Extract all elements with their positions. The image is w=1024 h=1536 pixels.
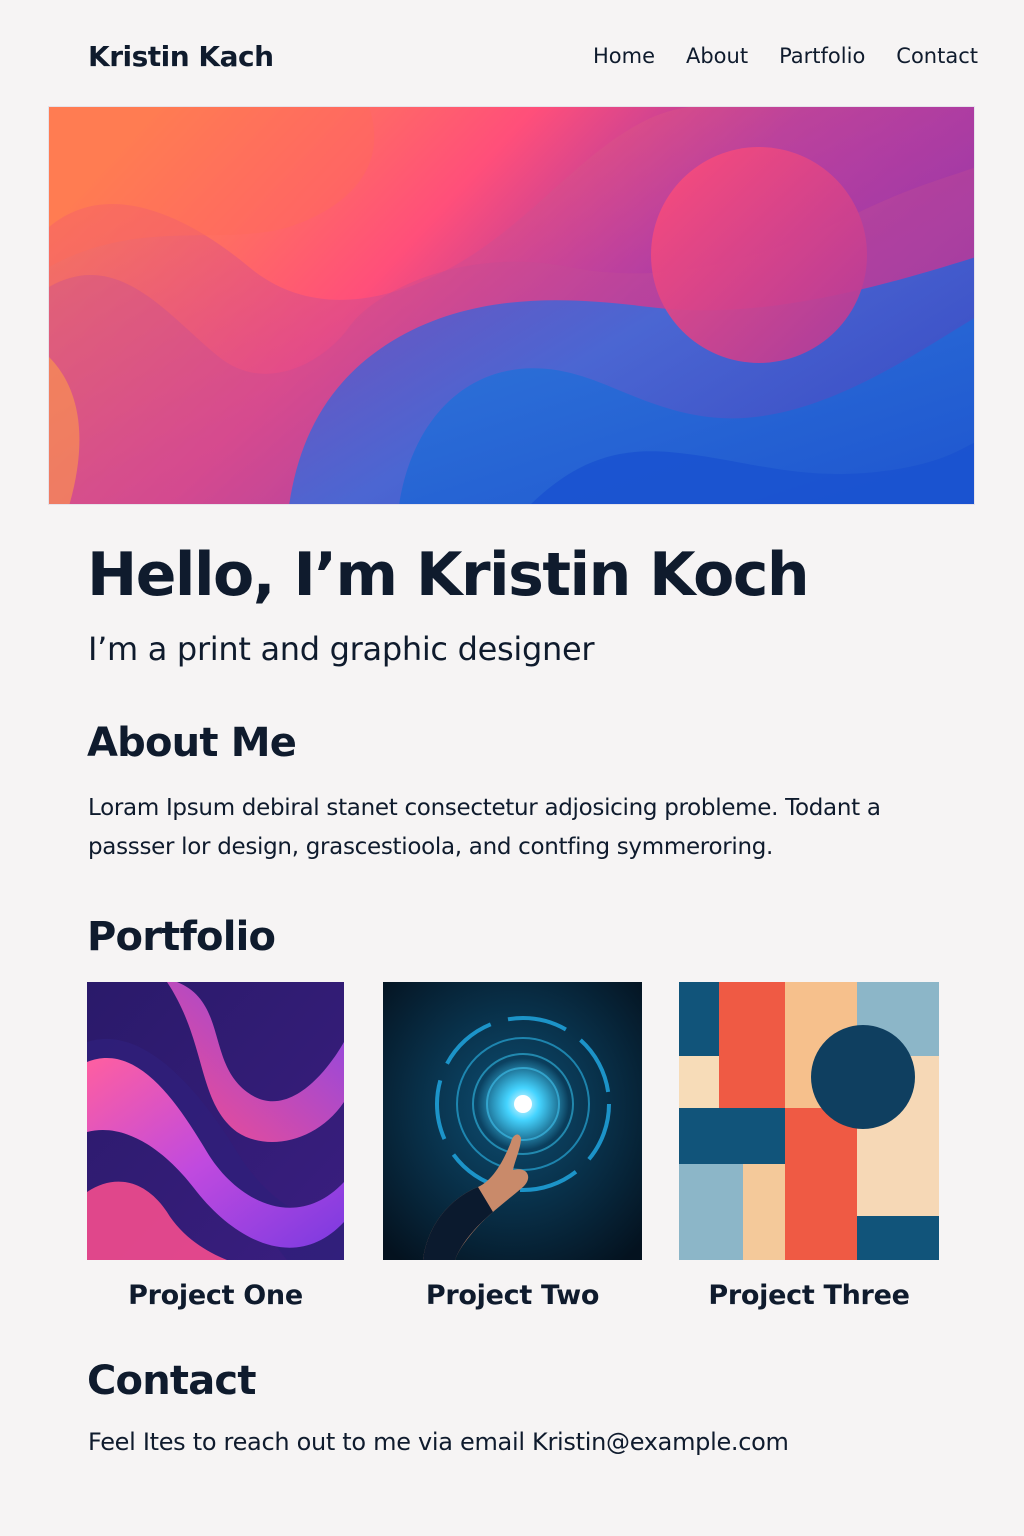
about-section-title: About Me [87, 720, 297, 766]
nav-about-link[interactable]: About [686, 44, 748, 68]
hero-heading: Hello, I’m Kristin Koch [87, 540, 810, 610]
project-three-title[interactable]: Project Three [679, 1280, 939, 1311]
contact-email-link[interactable]: Kristin@example.com [532, 1428, 789, 1456]
hero-tagline: I’m a print and graphic designer [88, 630, 595, 668]
portfolio-section-title: Portfolio [87, 914, 276, 960]
portfolio-page: Kristin Kach Home About Partfolio Contac… [0, 0, 1024, 1536]
nav-contact-link[interactable]: Contact [896, 44, 978, 68]
nav-home-link[interactable]: Home [593, 44, 655, 68]
nav-portfolio-link[interactable]: Partfolio [779, 44, 865, 68]
brand-logo[interactable]: Kristin Kach [88, 40, 274, 73]
hero-banner-image [48, 106, 975, 505]
contact-message: Feel Ites to reach out to me via email [88, 1428, 525, 1456]
project-three-thumbnail[interactable] [679, 982, 939, 1260]
contact-section-title: Contact [87, 1358, 256, 1404]
project-two-thumbnail[interactable] [383, 982, 642, 1260]
project-one-title[interactable]: Project One [87, 1280, 344, 1311]
about-paragraph: Loram Ipsum debiral stanet consectetur a… [88, 795, 881, 860]
project-card-one[interactable]: Project One [87, 982, 344, 1311]
project-two-title[interactable]: Project Two [383, 1280, 642, 1311]
project-one-thumbnail[interactable] [87, 982, 344, 1260]
project-card-two[interactable]: Project Two [383, 982, 642, 1311]
contact-paragraph: Feel Ites to reach out to me via email K… [88, 1428, 789, 1456]
site-header: Kristin Kach Home About Partfolio Contac… [0, 0, 1024, 106]
project-card-three[interactable]: Project Three [679, 982, 939, 1311]
main-nav: Home About Partfolio Contact [593, 44, 978, 68]
